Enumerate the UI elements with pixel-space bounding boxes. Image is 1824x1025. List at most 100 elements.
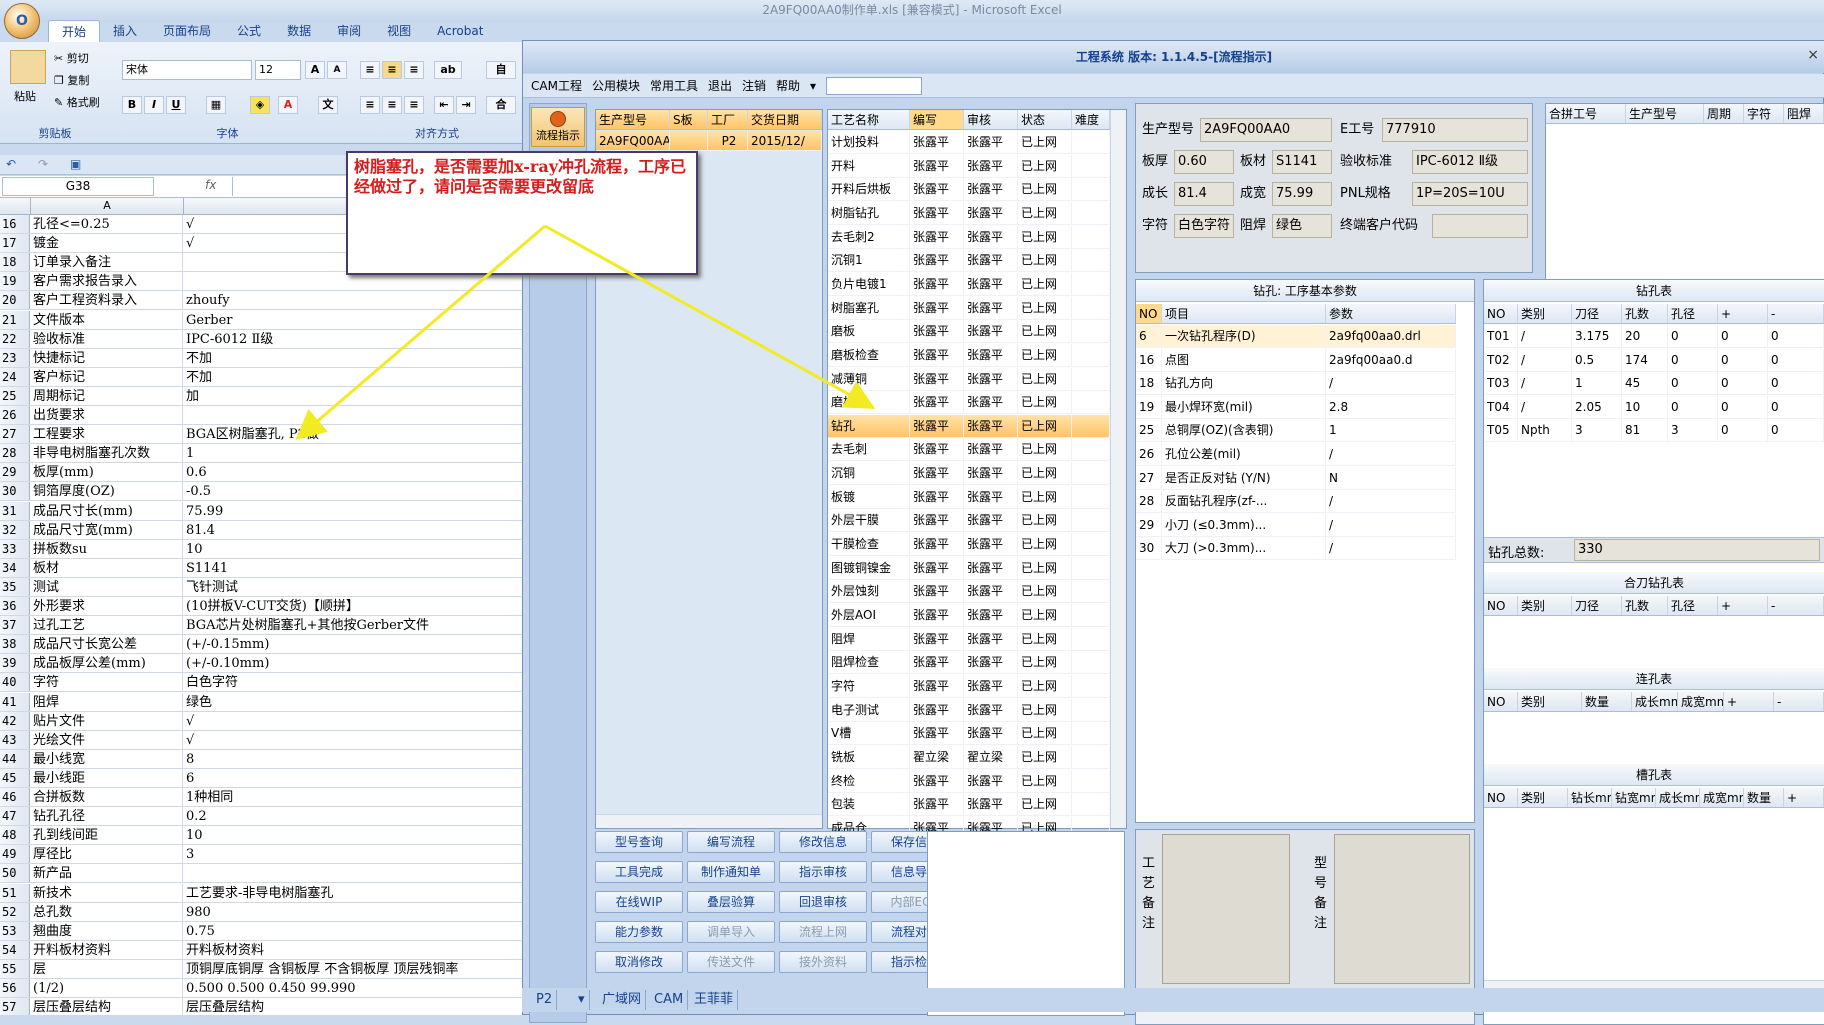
status-user[interactable]: 王菲菲 (690, 990, 739, 1010)
table-row[interactable]: 27 是否正反对钻 (Y/N) N (1136, 466, 1456, 490)
merge-col-eno[interactable]: 合拼工号 (1546, 104, 1626, 123)
cell-b[interactable]: Gerber (184, 311, 522, 329)
sheet-row[interactable]: 25 周期标记 加 (0, 386, 522, 406)
cell-b[interactable]: 工艺要求-非导电树脂塞孔 (184, 884, 522, 902)
align-right-icon[interactable]: ≡ (404, 96, 424, 114)
wrap-text-button[interactable]: 自 (486, 61, 516, 79)
column-header[interactable]: 刀径 (1572, 596, 1622, 615)
row-number[interactable]: 31 (0, 501, 30, 520)
cell-a[interactable]: 过孔工艺 (31, 616, 183, 635)
cell-a[interactable]: 测试 (31, 577, 183, 596)
cell-a[interactable]: 层压叠层结构 (31, 998, 183, 1015)
sheet-row[interactable]: 53 翘曲度 0.75 (0, 921, 522, 941)
thick-field[interactable]: 0.60 (1174, 150, 1234, 174)
action-button[interactable]: 流程上网 (779, 921, 867, 943)
cell-a[interactable]: 板材 (31, 558, 183, 577)
sheet-row[interactable]: 51 新技术 工艺要求-非导电树脂塞孔 (0, 883, 522, 903)
column-header[interactable]: 数量 (1744, 788, 1784, 807)
font-name-select[interactable]: 宋体 (122, 60, 252, 80)
sheet-row[interactable]: 20 客户工程资料录入 zhoufy (0, 291, 522, 311)
cell-b[interactable]: 6 (184, 769, 522, 787)
column-header[interactable]: 成宽mm (1678, 692, 1724, 711)
sheet-row[interactable]: 22 验收标准 IPC-6012 Ⅱ级 (0, 329, 522, 349)
table-row[interactable]: 16 点图 2a9fq00aa0.d (1136, 348, 1456, 372)
orders-col-date[interactable]: 交货日期 (748, 110, 822, 129)
sheet-row[interactable]: 24 客户标记 不加 (0, 367, 522, 387)
orders-col-factory[interactable]: 工厂 (708, 110, 748, 129)
column-header[interactable]: 成宽mm (1700, 788, 1744, 807)
row-number[interactable]: 22 (0, 329, 30, 348)
row-number[interactable]: 39 (0, 654, 30, 673)
sheet-row[interactable]: 56 (1/2) 0.500 0.500 0.450 99.990 (0, 979, 522, 999)
cut-button[interactable]: ✂ 剪切 (54, 50, 89, 66)
action-button[interactable]: 取消修改 (595, 951, 683, 973)
sheet-row[interactable]: 35 测试 飞针测试 (0, 577, 522, 597)
column-header[interactable]: + (1784, 788, 1824, 807)
table-row[interactable]: 包装 张露平 张露平 已上网 (828, 793, 1110, 817)
sheet-row[interactable]: 40 字符 白色字符 (0, 673, 522, 693)
row-number[interactable]: 26 (0, 406, 30, 425)
cell-b[interactable]: 开料板材资料 (184, 941, 522, 959)
cell-b[interactable]: 层压叠层结构 (184, 998, 522, 1015)
row-number[interactable]: 20 (0, 291, 30, 310)
row-number[interactable]: 18 (0, 253, 30, 272)
tab-data[interactable]: 数据 (274, 20, 324, 42)
std-field[interactable]: IPC-6012 Ⅱ级 (1412, 150, 1528, 174)
cell-a[interactable]: 铜箔厚度(OZ) (31, 482, 183, 501)
sheet-row[interactable]: 38 成品尺寸长宽公差 (+/-0.15mm) (0, 635, 522, 655)
column-header[interactable]: NO (1484, 304, 1518, 323)
column-header[interactable]: 数量 (1582, 692, 1632, 711)
row-number[interactable]: 51 (0, 883, 30, 902)
table-row[interactable]: 30 大刀 (>0.3mm)... / (1136, 537, 1456, 561)
drill-params-col-item[interactable]: 项目 (1162, 304, 1326, 323)
row-number[interactable]: 29 (0, 463, 30, 482)
row-number[interactable]: 54 (0, 940, 30, 959)
row-number[interactable]: 45 (0, 768, 30, 787)
sheet-row[interactable]: 39 成品板厚公差(mm) (+/-0.10mm) (0, 654, 522, 674)
row-number[interactable]: 37 (0, 616, 30, 635)
sheet-row[interactable]: 55 层 顶铜厚底铜厚 含铜板厚 不含铜板厚 顶层残铜率 (0, 959, 522, 979)
cell-b[interactable] (184, 406, 522, 424)
cell-b[interactable]: BGA芯片处树脂塞孔+其他按Gerber文件 (184, 616, 522, 634)
sheet-row[interactable]: 28 非导电树脂塞孔次数 1 (0, 444, 522, 464)
sheet-row[interactable]: 26 出货要求 (0, 406, 522, 426)
row-number[interactable]: 56 (0, 979, 30, 998)
fill-color-icon[interactable]: ◈ (250, 96, 270, 114)
action-button[interactable]: 工具完成 (595, 861, 683, 883)
row-number[interactable]: 36 (0, 597, 30, 616)
column-header[interactable]: - (1774, 692, 1824, 711)
row-number[interactable]: 24 (0, 367, 30, 386)
cell-b[interactable] (184, 864, 522, 882)
cell-a[interactable]: 验收标准 (31, 329, 183, 348)
row-number[interactable]: 52 (0, 902, 30, 921)
indent-increase-icon[interactable]: ⇥ (456, 96, 476, 114)
undo-icon[interactable]: ↶ (6, 157, 16, 171)
paste-icon[interactable] (10, 50, 46, 84)
table-row[interactable]: 字符 张露平 张露平 已上网 (828, 674, 1110, 698)
cell-a[interactable]: 成品板厚公差(mm) (31, 654, 183, 673)
column-header[interactable]: 成长mm (1632, 692, 1678, 711)
cell-a[interactable]: 出货要求 (31, 406, 183, 425)
sheet-row[interactable]: 52 总孔数 980 (0, 902, 522, 922)
sheet-row[interactable]: 23 快捷标记 不加 (0, 348, 522, 368)
cell-b[interactable]: 3 (184, 845, 522, 863)
row-number[interactable]: 32 (0, 520, 30, 539)
tab-review[interactable]: 审阅 (324, 20, 374, 42)
process-note-field[interactable] (1162, 834, 1290, 984)
table-row[interactable]: T05 Npth 3 81 3 0 0 (1484, 419, 1824, 443)
sheet-row[interactable]: 21 文件版本 Gerber (0, 310, 522, 330)
column-header[interactable]: 钻长mm (1568, 788, 1612, 807)
bold-button[interactable]: B (122, 96, 142, 114)
cell-b[interactable]: 1 (184, 444, 522, 462)
action-button[interactable]: 调单导入 (687, 921, 775, 943)
column-header[interactable]: 类别 (1518, 304, 1572, 323)
merge-col-char[interactable]: 字符 (1744, 104, 1784, 123)
table-row[interactable]: 阻焊 张露平 张露平 已上网 (828, 627, 1110, 651)
sheet-row[interactable]: 44 最小线宽 8 (0, 749, 522, 769)
cell-a[interactable]: 拼板数su (31, 539, 183, 558)
column-header[interactable]: + (1718, 304, 1768, 323)
cell-a[interactable]: 阻焊 (31, 692, 183, 711)
column-header[interactable]: NO (1484, 692, 1518, 711)
cell-b[interactable]: (+/-0.15mm) (184, 635, 522, 653)
chevron-down-icon[interactable]: ▾ (574, 990, 590, 1010)
